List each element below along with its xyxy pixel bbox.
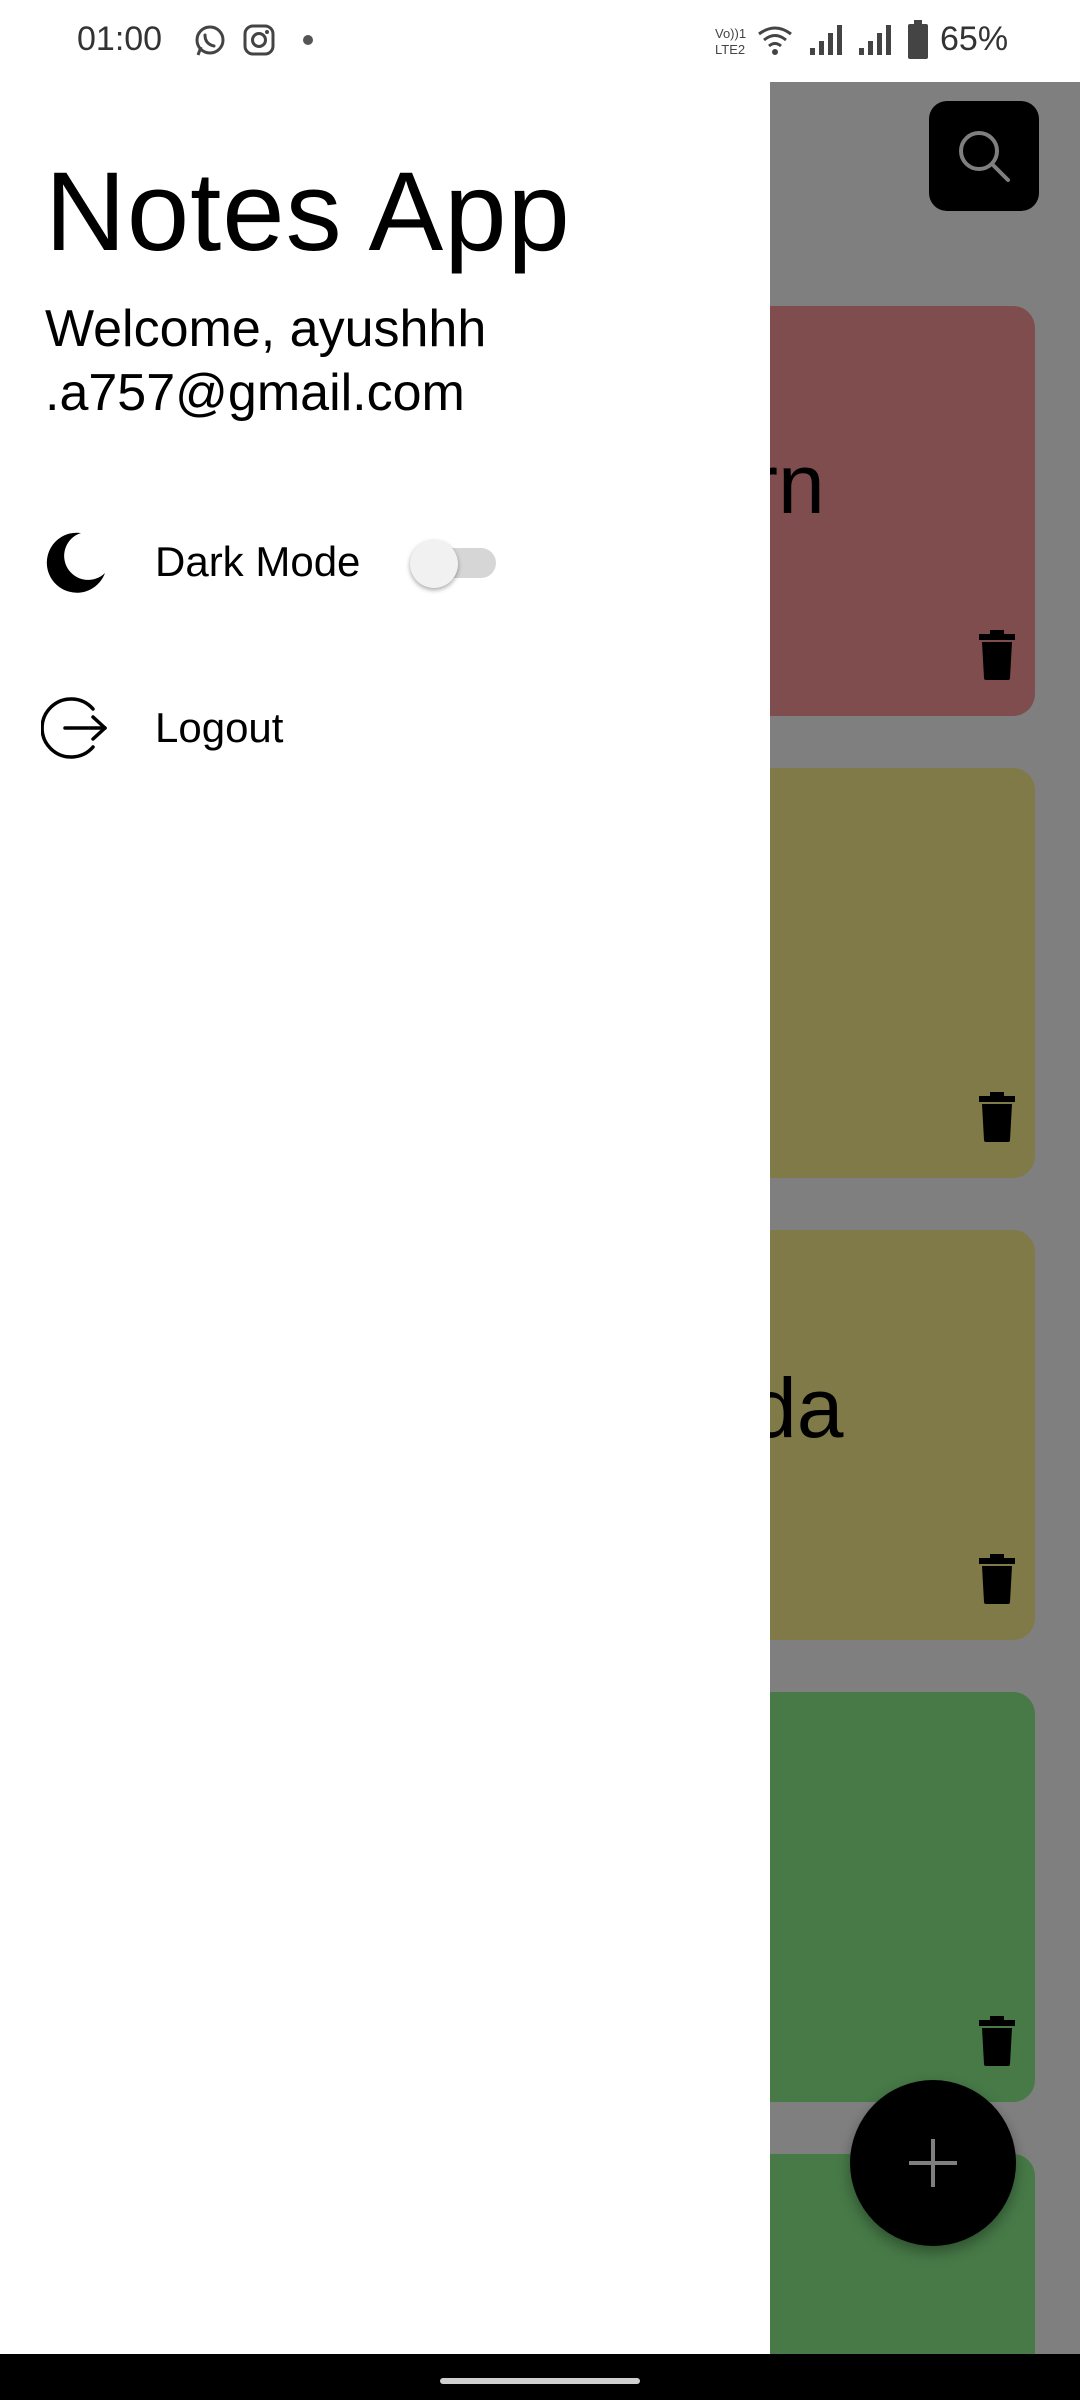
volte-icon: Vo))1 LTE2: [715, 26, 746, 57]
drawer-title: Notes App: [45, 149, 571, 274]
battery-icon: [908, 20, 928, 59]
svg-text:Vo))1: Vo))1: [715, 26, 746, 41]
wifi-icon: [758, 26, 792, 55]
welcome-text: Welcome, ayushhh .a757@gmail.com: [45, 300, 487, 422]
svg-text:LTE2: LTE2: [715, 42, 745, 57]
home-gesture-handle[interactable]: [440, 2378, 640, 2384]
instagram-icon: [243, 24, 275, 56]
dot-icon: [303, 35, 313, 45]
toggle-thumb: [410, 540, 458, 588]
dark-mode-label: Dark Mode: [155, 538, 361, 585]
signal-icon: [859, 25, 891, 55]
moon-icon: [40, 526, 112, 598]
status-time: 01:00: [77, 20, 163, 58]
status-bar: 01:00 Vo))1 LTE2 65%: [0, 0, 1080, 82]
logout-label: Logout: [155, 704, 284, 751]
battery-percent: 65%: [940, 20, 1009, 58]
logout-icon: [40, 692, 112, 764]
whatsapp-icon: [195, 25, 225, 56]
system-nav-bar: [0, 2354, 1080, 2400]
dark-mode-toggle[interactable]: [410, 540, 502, 588]
logout-item[interactable]: Logout: [40, 678, 740, 778]
navigation-drawer: Notes App Welcome, ayushhh .a757@gmail.c…: [0, 82, 770, 2354]
dark-mode-item[interactable]: Dark Mode: [40, 512, 740, 612]
signal-icon: [810, 25, 842, 55]
